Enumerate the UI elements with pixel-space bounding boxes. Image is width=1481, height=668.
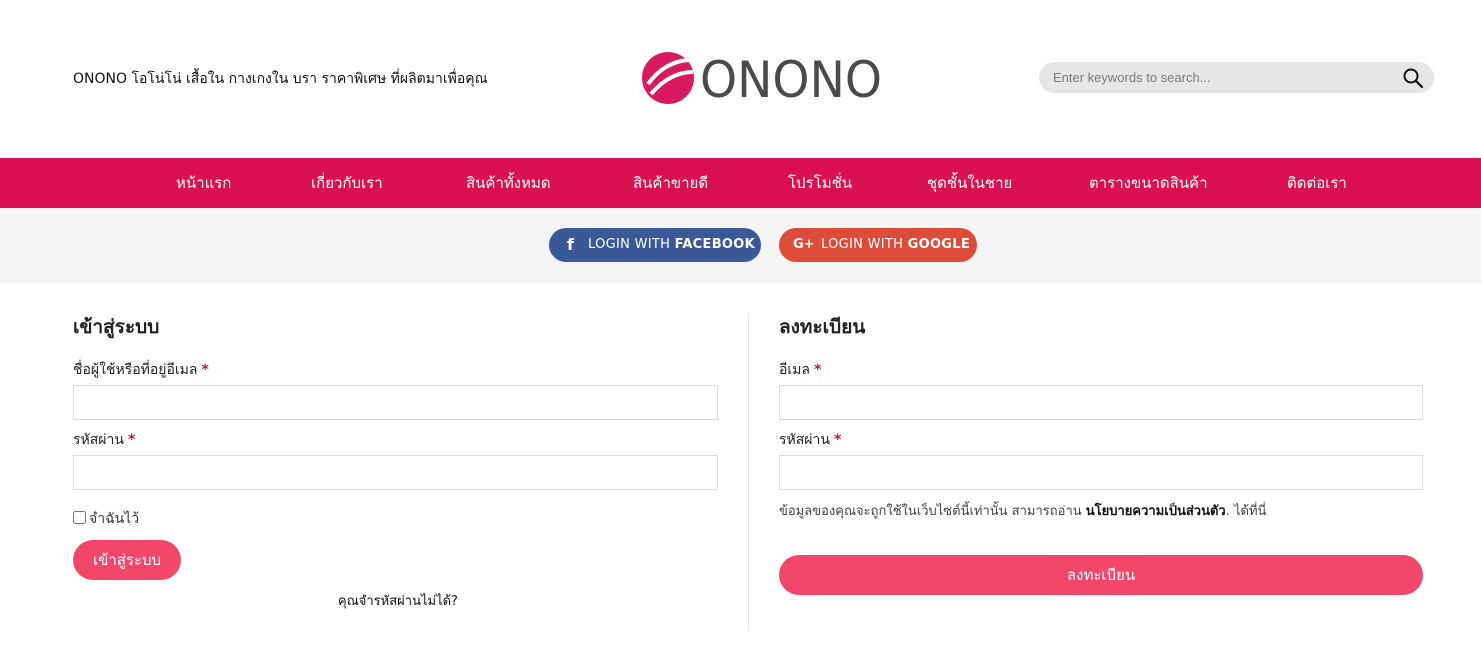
login-password-input[interactable] xyxy=(73,455,718,490)
social-login-bar: f LOGIN WITH FACEBOOK G+ LOGIN WITH GOOG… xyxy=(0,208,1481,283)
login-password-label-text: รหัสผ่าน xyxy=(73,432,124,448)
email-label: อีเมล * xyxy=(779,359,821,381)
remember-me-checkbox[interactable] xyxy=(73,511,86,524)
facebook-login-button[interactable]: f LOGIN WITH FACEBOOK xyxy=(549,228,761,262)
remember-me-label: จำฉันไว้ xyxy=(89,511,140,527)
site-tagline: ONONO โอโน่โน่ เสื้อใน กางเกงใน บรา ราคา… xyxy=(73,71,488,87)
username-input[interactable] xyxy=(73,385,718,420)
nav-item-size-chart[interactable]: ตารางขนาดสินค้า xyxy=(1089,158,1208,208)
main-nav: หน้าแรก เกี่ยวกับเรา สินค้าทั้งหมด สินค้… xyxy=(0,158,1481,208)
facebook-login-prefix: LOGIN WITH xyxy=(588,237,671,252)
privacy-text-after: . ได้ที่นี่ xyxy=(1225,504,1267,519)
nav-item-all-products[interactable]: สินค้าทั้งหมด xyxy=(466,158,551,208)
username-label: ชื่อผู้ใช้หรือที่อยู่อีเมล * xyxy=(73,359,209,381)
login-title: เข้าสู่ระบบ xyxy=(73,316,160,338)
forgot-password-link[interactable]: คุณจำรหัสผ่านไม่ได้? xyxy=(338,590,458,611)
nav-item-contact[interactable]: ติดต่อเรา xyxy=(1287,158,1347,208)
username-label-text: ชื่อผู้ใช้หรือที่อยู่อีเมล xyxy=(73,362,198,378)
register-password-input[interactable] xyxy=(779,455,1423,490)
column-divider xyxy=(748,313,749,631)
nav-item-men-underwear[interactable]: ชุดชั้นในชาย xyxy=(927,158,1012,208)
login-password-label: รหัสผ่าน * xyxy=(73,429,135,451)
email-label-text: อีเมล xyxy=(779,362,811,378)
google-login-button[interactable]: G+ LOGIN WITH GOOGLE xyxy=(779,228,977,262)
facebook-icon: f xyxy=(567,235,574,254)
required-mark: * xyxy=(127,432,136,448)
privacy-policy-link[interactable]: นโยบายความเป็นส่วนตัว xyxy=(1086,504,1226,519)
register-email-input[interactable] xyxy=(779,385,1423,420)
google-plus-icon: G+ xyxy=(793,237,815,252)
register-title: ลงทะเบียน xyxy=(779,316,866,338)
nav-item-promotions[interactable]: โปรโมชั่น xyxy=(788,158,852,208)
site-logo[interactable]: ONONO xyxy=(642,50,884,106)
required-mark: * xyxy=(201,362,209,378)
search-input[interactable] xyxy=(1053,62,1393,93)
site-header: ONONO โอโน่โน่ เสื้อใน กางเกงใน บรา ราคา… xyxy=(0,0,1481,158)
register-password-label-text: รหัสผ่าน xyxy=(779,432,830,448)
register-password-label: รหัสผ่าน * xyxy=(779,429,841,451)
logo-mark-icon xyxy=(642,52,694,104)
required-mark: * xyxy=(814,362,822,378)
privacy-text-before: ข้อมูลของคุณจะถูกใช้ในเว็บไซต์นี้เท่านั้… xyxy=(779,504,1086,519)
required-mark: * xyxy=(833,432,842,448)
google-login-brand: GOOGLE xyxy=(907,237,971,252)
privacy-notice: ข้อมูลของคุณจะถูกใช้ในเว็บไซต์นี้เท่านั้… xyxy=(779,500,1266,521)
google-login-prefix: LOGIN WITH xyxy=(821,237,904,252)
nav-item-about[interactable]: เกี่ยวกับเรา xyxy=(311,158,383,208)
search-box xyxy=(1039,62,1434,93)
login-button[interactable]: เข้าสู่ระบบ xyxy=(73,540,181,580)
facebook-login-brand: FACEBOOK xyxy=(674,237,755,252)
nav-item-best-sellers[interactable]: สินค้าขายดี xyxy=(633,158,708,208)
nav-item-home[interactable]: หน้าแรก xyxy=(176,158,231,208)
search-icon[interactable] xyxy=(1402,67,1424,89)
logo-wordmark: ONONO xyxy=(700,51,882,106)
register-button[interactable]: ลงทะเบียน xyxy=(779,555,1423,595)
